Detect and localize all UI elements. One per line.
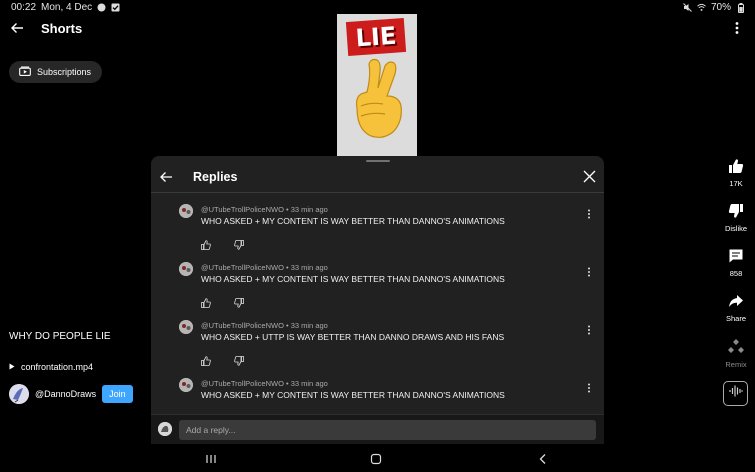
like-icon (728, 158, 744, 176)
join-button[interactable]: Join (102, 385, 133, 403)
reply-text: WHO ASKED + MY CONTENT IS WAY BETTER THA… (201, 216, 505, 226)
reply-dislike-icon[interactable] (234, 353, 244, 366)
video-title: WHY DO PEOPLE LIE (9, 331, 111, 342)
subscriptions-button[interactable]: Subscriptions (9, 61, 103, 83)
sound-button[interactable] (723, 381, 748, 406)
dislike-button[interactable]: Dislike (722, 203, 750, 233)
video-player[interactable]: LIE (337, 14, 417, 156)
battery-icon (736, 2, 745, 13)
dislike-icon (728, 203, 744, 221)
reply-text: WHO ASKED + MY CONTENT IS WAY BETTER THA… (201, 390, 505, 400)
check-icon (111, 3, 120, 12)
battery-percent: 70% (710, 2, 731, 13)
reply-item: @UTubeTrollPoliceNWO • 33 min ago WHO AS… (151, 193, 604, 251)
reply-author[interactable]: @UTubeTrollPoliceNWO (201, 205, 284, 214)
status-time: 00:22 (11, 2, 37, 13)
reply-avatar[interactable] (179, 204, 193, 218)
reply-more-icon[interactable] (586, 380, 592, 393)
user-avatar (158, 422, 172, 436)
music-link[interactable]: confrontation.mp4 (9, 362, 93, 372)
reply-author[interactable]: @UTubeTrollPoliceNWO (201, 321, 284, 330)
back-arrow-icon[interactable] (10, 21, 24, 35)
status-right: 70% (683, 2, 745, 13)
reply-more-icon[interactable] (586, 206, 592, 219)
remix-button[interactable]: Remix (722, 337, 750, 369)
mute-icon (683, 3, 692, 12)
more-options-icon[interactable] (734, 21, 740, 35)
comments-button[interactable]: 858 (722, 248, 750, 278)
reply-like-icon[interactable] (201, 295, 211, 308)
reply-meta: @UTubeTrollPoliceNWO • 33 min ago (201, 379, 328, 388)
share-label: Share (725, 314, 746, 323)
reply-meta: @UTubeTrollPoliceNWO • 33 min ago (201, 263, 328, 272)
wifi-icon (697, 3, 706, 12)
back-icon[interactable] (537, 452, 549, 464)
reply-author[interactable]: @UTubeTrollPoliceNWO (201, 263, 284, 272)
subscriptions-icon (19, 66, 31, 78)
reply-input[interactable] (179, 420, 596, 440)
replies-list: @UTubeTrollPoliceNWO • 33 min ago WHO AS… (151, 193, 604, 414)
reply-avatar[interactable] (179, 378, 193, 392)
channel-row: @DannoDraws Join (9, 384, 133, 404)
comment-icon (728, 248, 744, 266)
notification-icon (97, 3, 106, 12)
remix-label: Remix (725, 360, 747, 369)
reply-text: WHO ASKED + UTTP IS WAY BETTER THAN DANN… (201, 332, 505, 342)
comment-count: 858 (729, 269, 743, 278)
reply-meta: @UTubeTrollPoliceNWO • 33 min ago (201, 205, 328, 214)
reply-time: 33 min ago (290, 321, 328, 330)
reply-dislike-icon[interactable] (234, 237, 244, 250)
channel-avatar[interactable] (9, 384, 29, 404)
dislike-label: Dislike (724, 224, 748, 233)
crossed-fingers-emoji (347, 58, 409, 140)
reply-time: 33 min ago (290, 379, 328, 388)
reply-item: @UTubeTrollPoliceNWO • 33 min ago WHO AS… (151, 367, 604, 414)
reply-item: @UTubeTrollPoliceNWO • 33 min ago WHO AS… (151, 309, 604, 367)
replies-panel: Replies @UTubeTrollPoliceNWO • 33 min ag… (151, 156, 604, 444)
music-label: confrontation.mp4 (21, 362, 94, 372)
recent-apps-icon[interactable] (205, 452, 217, 464)
reply-like-icon[interactable] (201, 353, 211, 366)
channel-name[interactable]: @DannoDraws (35, 389, 96, 399)
drag-handle[interactable] (366, 160, 390, 162)
reply-item: @UTubeTrollPoliceNWO • 33 min ago WHO AS… (151, 251, 604, 309)
reply-time: 33 min ago (290, 263, 328, 272)
close-icon[interactable] (583, 170, 596, 183)
reply-time: 33 min ago (290, 205, 328, 214)
replies-back-icon[interactable] (159, 170, 173, 184)
subscriptions-label: Subscriptions (37, 67, 92, 77)
share-icon (728, 293, 744, 311)
reply-composer (151, 414, 604, 444)
like-button[interactable]: 17K (722, 158, 750, 188)
like-count: 17K (729, 179, 743, 188)
status-left: 00:22 Mon, 4 Dec (11, 2, 120, 13)
reply-more-icon[interactable] (586, 264, 592, 277)
reply-more-icon[interactable] (586, 322, 592, 335)
reply-avatar[interactable] (179, 262, 193, 276)
reply-author[interactable]: @UTubeTrollPoliceNWO (201, 379, 284, 388)
replies-title: Replies (193, 170, 238, 184)
share-button[interactable]: Share (722, 293, 750, 323)
reply-like-icon[interactable] (201, 237, 211, 250)
audio-wave-icon (728, 384, 743, 403)
reply-meta: @UTubeTrollPoliceNWO • 33 min ago (201, 321, 328, 330)
status-date: Mon, 4 Dec (41, 2, 93, 13)
navigation-bar (0, 444, 755, 472)
home-icon[interactable] (370, 452, 382, 465)
page-title: Shorts (41, 21, 83, 36)
thumbnail-lie-text: LIE (345, 18, 407, 56)
status-bar: 00:22 Mon, 4 Dec 70% (0, 0, 755, 14)
reply-text: WHO ASKED + MY CONTENT IS WAY BETTER THA… (201, 274, 505, 284)
reply-dislike-icon[interactable] (234, 295, 244, 308)
remix-icon (727, 337, 745, 357)
play-icon (9, 362, 15, 372)
reply-avatar[interactable] (179, 320, 193, 334)
